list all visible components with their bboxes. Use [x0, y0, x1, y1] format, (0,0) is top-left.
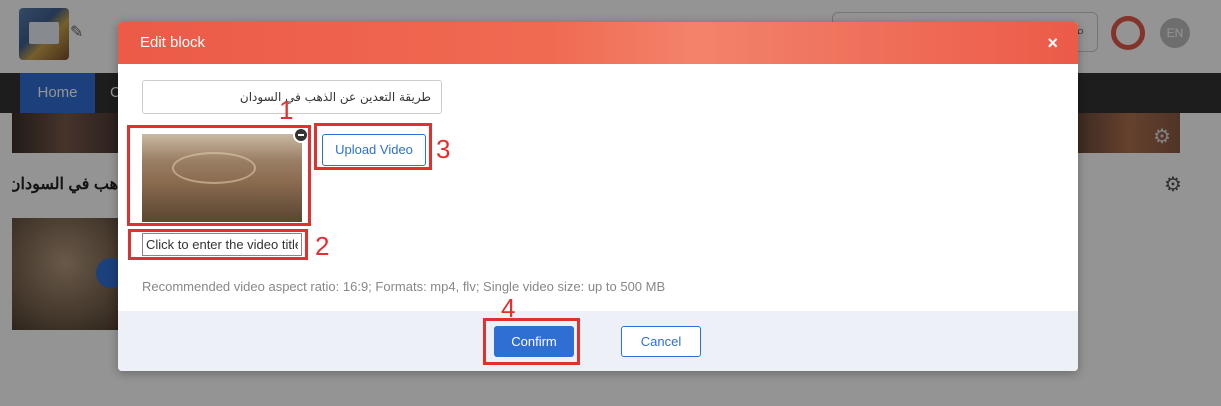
annotation-label: 3: [436, 134, 451, 164]
annotation-label: 2: [315, 231, 330, 261]
cancel-button[interactable]: Cancel: [621, 326, 701, 357]
annotation-box-video-title: [128, 229, 308, 260]
annotation-label: 4: [501, 293, 516, 323]
dialog-title: Edit block: [140, 34, 206, 51]
annotation-label: 1: [279, 95, 294, 125]
annotation-box-video-thumbnail: [127, 125, 311, 226]
dialog-footer: [118, 311, 1078, 371]
upload-hint: Recommended video aspect ratio: 16:9; Fo…: [142, 279, 666, 294]
annotation-box-confirm: [483, 318, 580, 365]
annotation-box-upload: [314, 123, 432, 170]
dialog-header: Edit block ×: [118, 22, 1078, 64]
close-icon[interactable]: ×: [1047, 33, 1058, 54]
